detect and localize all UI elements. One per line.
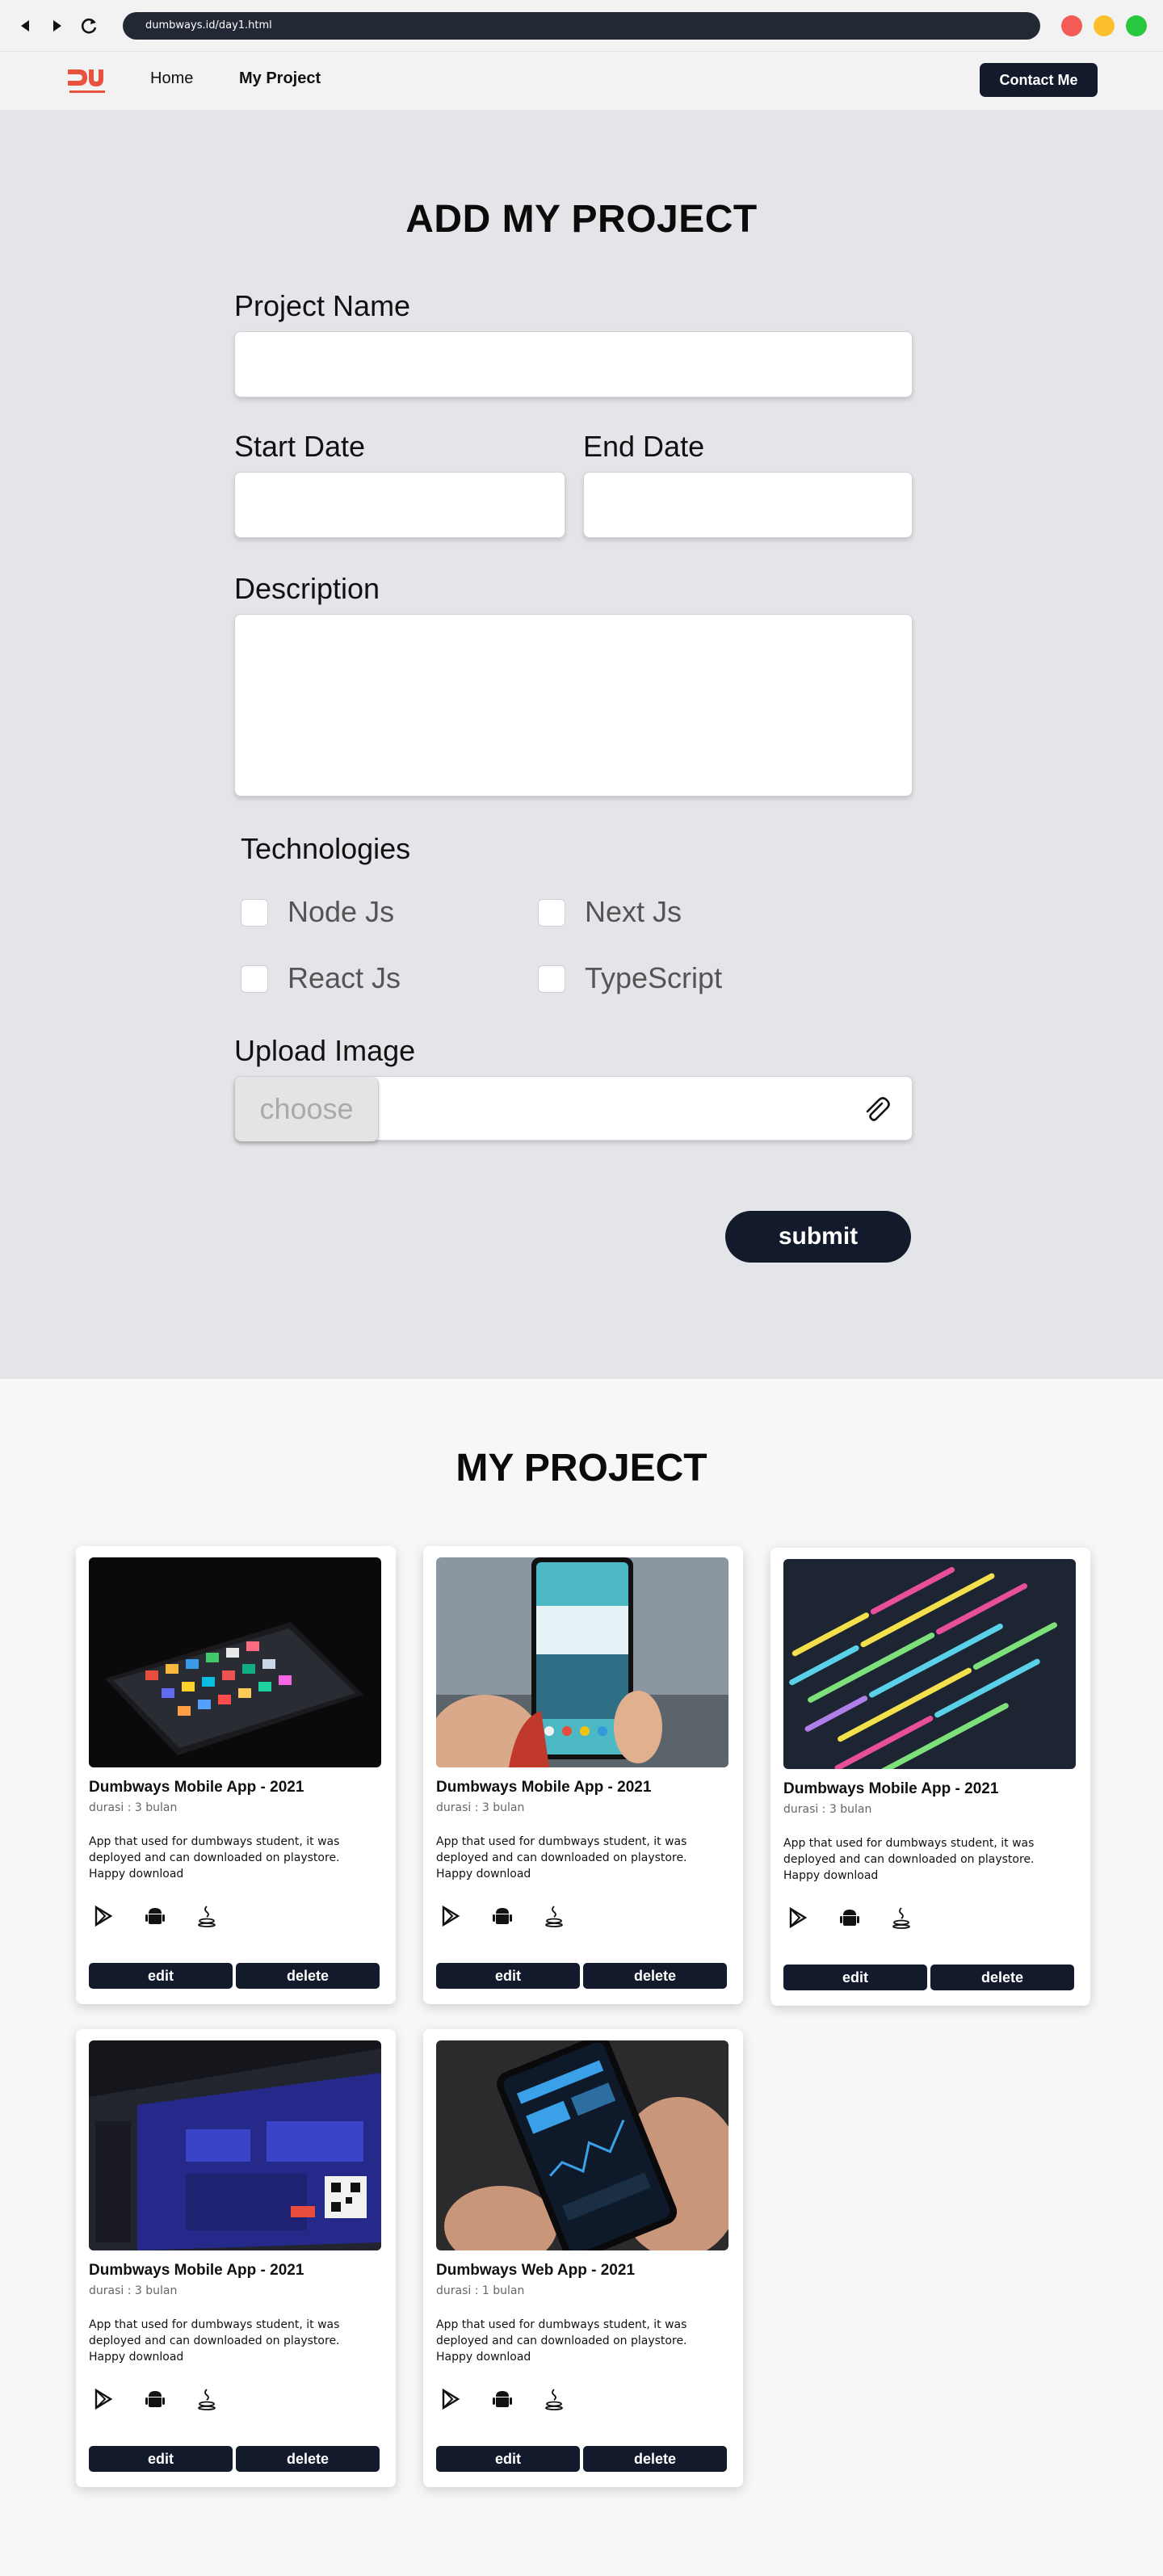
java-icon (540, 2385, 569, 2414)
react-js-checkbox[interactable] (241, 965, 268, 993)
delete-button[interactable]: delete (583, 1963, 727, 1989)
edit-button[interactable]: edit (436, 1963, 580, 1989)
next-js-checkbox[interactable] (538, 899, 565, 927)
reload-icon[interactable] (78, 15, 100, 37)
edit-button[interactable]: edit (783, 1965, 927, 1990)
project-title: Dumbways Mobile App - 2021 (436, 1779, 652, 1796)
node-js-checkbox[interactable] (241, 899, 268, 927)
project-card[interactable]: Dumbways Mobile App - 2021 durasi : 3 bu… (770, 1548, 1090, 2006)
android-icon (835, 1903, 864, 1932)
react-js-label: React Js (288, 961, 401, 994)
project-duration: durasi : 3 bulan (89, 2284, 178, 2297)
delete-button[interactable]: delete (236, 1963, 380, 1989)
browser-chrome: dumbways.id/day1.html (0, 0, 1163, 52)
project-title: Dumbways Web App - 2021 (436, 2262, 636, 2279)
project-name-input[interactable] (234, 331, 913, 397)
java-icon (540, 1902, 569, 1931)
description-label: Description (234, 572, 380, 605)
nav-home-link[interactable]: Home (150, 69, 193, 88)
android-icon (141, 1902, 170, 1931)
project-thumbnail (783, 1559, 1076, 1769)
nav-my-project-link[interactable]: My Project (239, 69, 321, 88)
android-icon (488, 1902, 517, 1931)
java-icon (192, 2385, 221, 2414)
project-description: App that used for dumbways student, it w… (89, 1835, 340, 1881)
project-thumbnail (89, 1557, 381, 1767)
site-navbar: Home My Project Contact Me (0, 52, 1163, 110)
forward-icon[interactable] (45, 15, 68, 37)
description-textarea[interactable] (234, 614, 913, 796)
project-duration: durasi : 3 bulan (436, 1801, 525, 1814)
tech-icons (89, 2385, 221, 2414)
edit-button[interactable]: edit (436, 2446, 580, 2472)
play-store-icon (436, 1902, 465, 1931)
submit-button[interactable]: submit (725, 1211, 911, 1263)
edit-button[interactable]: edit (89, 1963, 233, 1989)
project-duration: durasi : 1 bulan (436, 2284, 525, 2297)
end-date-label: End Date (583, 430, 705, 463)
play-store-icon (89, 1902, 118, 1931)
play-store-icon (436, 2385, 465, 2414)
choose-file-button[interactable]: choose (235, 1077, 379, 1141)
maximize-window-dot[interactable] (1126, 15, 1147, 36)
dumbways-logo-icon[interactable] (65, 65, 110, 99)
contact-me-button[interactable]: Contact Me (980, 63, 1098, 97)
tech-icons (436, 1902, 569, 1931)
java-icon (887, 1903, 916, 1932)
upload-image-field[interactable]: choose (234, 1076, 913, 1141)
project-thumbnail (436, 1557, 728, 1767)
next-js-label: Next Js (585, 895, 682, 928)
project-duration: durasi : 3 bulan (783, 1803, 872, 1816)
delete-button[interactable]: delete (583, 2446, 727, 2472)
close-window-dot[interactable] (1061, 15, 1082, 36)
project-description: App that used for dumbways student, it w… (436, 1835, 687, 1881)
start-date-input[interactable] (234, 472, 565, 538)
node-js-label: Node Js (288, 895, 395, 928)
add-project-section: ADD MY PROJECT Project Name Start Date E… (0, 110, 1163, 1379)
project-duration: durasi : 3 bulan (89, 1801, 178, 1814)
project-description: App that used for dumbways student, it w… (89, 2318, 340, 2364)
back-icon[interactable] (15, 15, 37, 37)
project-name-label: Project Name (234, 289, 411, 322)
android-icon (488, 2385, 517, 2414)
play-store-icon (783, 1903, 812, 1932)
start-date-label: Start Date (234, 430, 366, 463)
project-card[interactable]: Dumbways Web App - 2021 durasi : 1 bulan… (423, 2029, 743, 2487)
typescript-checkbox[interactable] (538, 965, 565, 993)
tech-icons (436, 2385, 569, 2414)
form-title: ADD MY PROJECT (405, 198, 758, 241)
tech-icons (783, 1903, 916, 1932)
technologies-label: Technologies (241, 832, 411, 865)
end-date-input[interactable] (583, 472, 913, 538)
project-thumbnail (89, 2040, 381, 2250)
paperclip-icon[interactable] (860, 1093, 892, 1125)
edit-button[interactable]: edit (89, 2446, 233, 2472)
delete-button[interactable]: delete (236, 2446, 380, 2472)
my-project-title: MY PROJECT (456, 1447, 707, 1490)
delete-button[interactable]: delete (930, 1965, 1074, 1990)
typescript-label: TypeScript (585, 961, 723, 994)
project-thumbnail (436, 2040, 728, 2250)
play-store-icon (89, 2385, 118, 2414)
project-card[interactable]: Dumbways Mobile App - 2021 durasi : 3 bu… (76, 1546, 396, 2004)
project-description: App that used for dumbways student, it w… (436, 2318, 687, 2364)
project-description: App that used for dumbways student, it w… (783, 1837, 1035, 1882)
project-title: Dumbways Mobile App - 2021 (89, 2262, 304, 2279)
project-card[interactable]: Dumbways Mobile App - 2021 durasi : 3 bu… (423, 1546, 743, 2004)
address-bar[interactable]: dumbways.id/day1.html (123, 12, 1040, 40)
tech-icons (89, 1902, 221, 1931)
minimize-window-dot[interactable] (1094, 15, 1115, 36)
upload-image-label: Upload Image (234, 1034, 416, 1067)
android-icon (141, 2385, 170, 2414)
project-title: Dumbways Mobile App - 2021 (783, 1780, 999, 1797)
project-card[interactable]: Dumbways Mobile App - 2021 durasi : 3 bu… (76, 2029, 396, 2487)
project-title: Dumbways Mobile App - 2021 (89, 1779, 304, 1796)
java-icon (192, 1902, 221, 1931)
